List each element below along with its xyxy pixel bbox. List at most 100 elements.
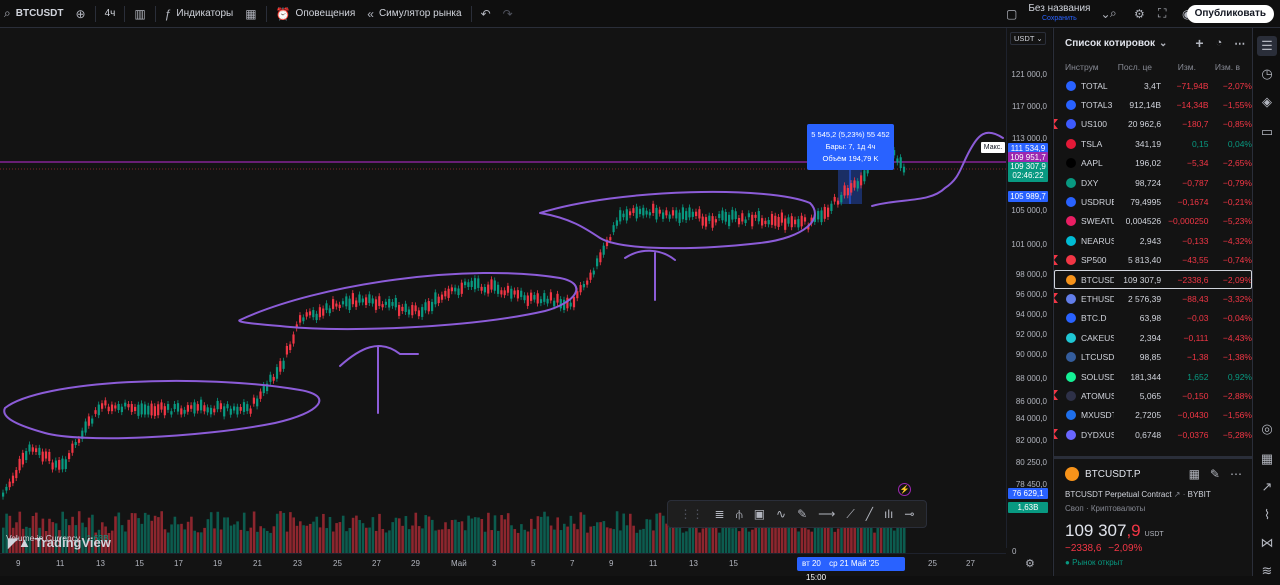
ellipse-drawing-2[interactable] [238,272,578,331]
arrow-drawing-1[interactable] [339,345,419,414]
layout-icon: ▢ [1006,7,1018,21]
indicators-button[interactable]: ƒ Индикаторы [159,0,240,28]
external-link-icon[interactable]: ↗ · [1174,490,1188,499]
details-symbol[interactable]: BTCUSDT.P [1085,469,1141,480]
chart-line-icon[interactable]: ⌇ [1257,505,1277,525]
interval-button[interactable]: 4ч [99,0,122,28]
add-symbol-button[interactable]: + [1195,35,1203,51]
calendar-icon[interactable]: ▦ [1257,449,1277,469]
watchlist-row[interactable]: BTC.D 63,98 −0,03 −0,04% [1054,309,1252,328]
templates-button[interactable]: ▦ [239,0,262,28]
chat-icon[interactable]: ▭ [1257,122,1277,142]
watchlist-row[interactable]: BTCUSDT 109 307,9 −2338,6 −2,09% [1054,269,1252,290]
candle-body [741,213,744,222]
watchlist-icon[interactable]: ☰ [1257,36,1277,56]
candle-body [384,301,387,305]
candle-body [249,408,252,414]
chart-canvas[interactable] [0,28,1006,553]
compass-icon[interactable]: ◎ [1257,419,1277,439]
pitchfork-icon[interactable]: ⫛ [736,507,743,522]
watchlist-row[interactable]: LTCUSDT 98,85 −1,38 −1,38% [1054,347,1252,366]
rss-icon[interactable]: ≋ [1257,561,1277,581]
watchlist-row[interactable]: DYDXUSDT 0,6748 −0,0376 −5,28% [1054,425,1252,444]
candle-body [899,157,902,169]
candle-body [596,258,599,267]
watchlist-row[interactable]: DXY 98,724 −0,787 −0,79% [1054,173,1252,192]
line-icon[interactable]: ╱ [866,507,873,521]
watchlist-row[interactable]: TOTAL3 912,14B −14,34B −1,55% [1054,95,1252,114]
currency-selector[interactable]: USDT ⌄ [1010,32,1046,45]
flow-icon[interactable]: ⋈ [1257,533,1277,553]
volume-bar [275,513,279,553]
settings-button[interactable]: ⚙ [1128,0,1151,28]
arrow-drawing-2[interactable] [624,249,676,301]
candle-body [480,286,483,291]
pie-chart-icon[interactable]: ◔ [1216,37,1223,49]
fib-icon[interactable]: ≣ [715,507,725,521]
details-category-row: Своп · Криптовалюты [1065,504,1146,513]
horizontal-ray-icon[interactable]: ⊸ [904,507,914,521]
chart-pane[interactable]: 5 545,2 (5,23%) 55 452 Бары: 7, 1д 4ч Об… [0,28,1052,576]
chevron-down-icon[interactable]: ⌄ [1159,38,1167,49]
quick-search-button[interactable]: ⌕ [1104,0,1123,28]
candle-body [358,294,361,303]
replay-button[interactable]: « Симулятор рынка [361,0,467,28]
watchlist-row[interactable]: ETHUSDT 2 576,39 −88,43 −3,32% [1054,289,1252,308]
col-symbol[interactable]: Инструм [1054,62,1104,72]
brush-icon[interactable]: ✎ [797,507,807,521]
time-settings-icon[interactable]: ⚙ [1025,557,1035,570]
more-icon[interactable]: ⋯ [1234,37,1245,50]
brand-name: TradingView [34,535,111,550]
bars-icon[interactable]: ılı [884,507,893,521]
symbol-search[interactable]: ⌕ BTCUSDT [0,0,70,28]
watchlist-row[interactable]: US100 20 962,6 −180,7 −0,85% [1054,115,1252,134]
watchlist-row[interactable]: SOLUSDT 181,344 1,652 0,92% [1054,367,1252,386]
candle-body [414,305,417,312]
undo-button[interactable]: ↶ [475,0,497,28]
col-change[interactable]: Изм. [1152,62,1196,72]
redo-button[interactable]: ↷ [497,0,519,28]
watchlist-row[interactable]: SWEATUSDT 0,004526 −0,000250 −5,23% [1054,212,1252,231]
compare-button[interactable]: ⊕ [70,0,92,28]
col-last[interactable]: Посл. це [1104,62,1152,72]
time-tick: 13 [689,559,698,568]
candle-body [91,418,94,424]
publish-button[interactable]: Опубликовать [1186,5,1274,23]
candle-body [632,208,635,213]
watchlist-row[interactable]: CAKEUSDT 2,394 −0,111 −4,43% [1054,328,1252,347]
candle-body [698,209,701,219]
fullscreen-button[interactable]: ⛶ [1152,0,1172,28]
alarm-clock-icon[interactable]: ◷ [1257,64,1277,84]
time-axis[interactable]: 9 11 13 15 17 19 21 23 25 27 29 Май 3 5 7 9 11 13 15 25 27 в… [0,553,1035,582]
grid-icon[interactable]: ▦ [1189,467,1200,481]
rectangle-icon[interactable]: ▣ [754,507,765,521]
layers-icon[interactable]: ◈ [1257,92,1277,112]
col-change-pct[interactable]: Изм. в [1196,62,1240,72]
watchlist-row[interactable]: AAPL 196,02 −5,34 −2,65% [1054,154,1252,173]
watchlist-row[interactable]: SP500 5 813,40 −43,55 −0,74% [1054,251,1252,270]
zigzag-icon[interactable]: ∿ [776,507,786,521]
watchlist-row[interactable]: MXUSDT 2,7205 −0,0430 −1,56% [1054,406,1252,425]
edit-icon[interactable]: ✎ [1210,467,1220,481]
watchlist-row[interactable]: ATOMUSDT 5,065 −0,150 −2,88% [1054,386,1252,405]
trending-up-icon[interactable]: ↗ [1257,477,1277,497]
ray-icon[interactable]: ⟶ [818,507,835,521]
watchlist-row[interactable]: USDRUB 79,4995 −0,1674 −0,21% [1054,192,1252,211]
watchlist-title[interactable]: Список котировок [1065,38,1155,49]
drag-handle-icon[interactable]: ⋮⋮ [680,507,704,521]
ellipse-drawing-3[interactable] [539,190,816,250]
chart-type-button[interactable]: ▥ [128,0,151,28]
volume-bar [407,529,411,553]
price-tick: 101 000,0 [1011,240,1047,249]
candle-body [127,404,130,408]
price-axis[interactable]: USDT ⌄ 121 000,0 117 000,0 113 000,0 105 00… [1006,28,1052,548]
watchlist-row[interactable]: TSLA 341,19 0,15 0,04% [1054,134,1252,153]
trendline-icon[interactable]: ⟋ [846,507,854,522]
volume-bar [180,523,183,553]
volume-bar [216,511,220,553]
watchlist-row[interactable]: TOTAL 3,4T −71,94B −2,07% [1054,76,1252,95]
more-icon[interactable]: ⋯ [1230,467,1242,481]
lightning-icon[interactable]: ⚡ [898,483,911,496]
watchlist-row[interactable]: NEARUSDT 2,943 −0,133 −4,32% [1054,231,1252,250]
alerts-button[interactable]: ⏰ Оповещения [270,0,362,28]
